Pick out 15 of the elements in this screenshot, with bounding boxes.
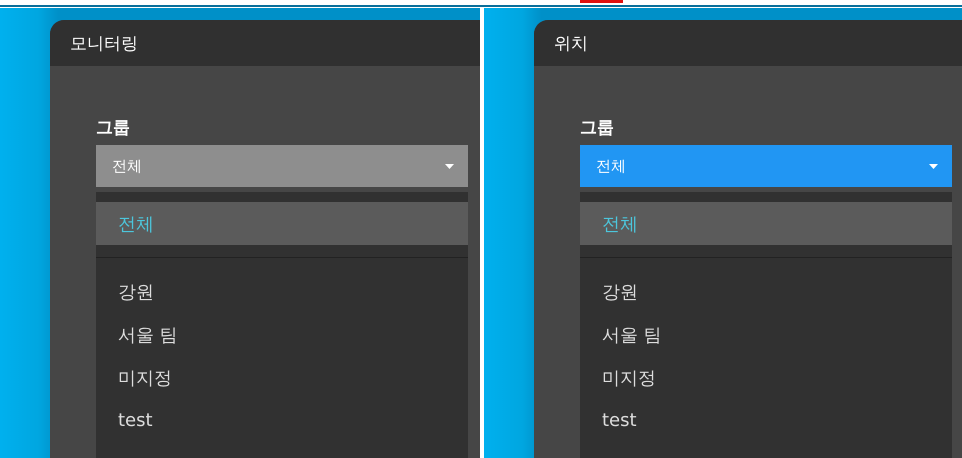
menu-option[interactable]: 미지정: [580, 356, 952, 399]
menu-option[interactable]: 서울 팀: [580, 313, 952, 356]
menu-option[interactable]: 미지정: [96, 356, 468, 399]
dialog-title: 모니터링: [50, 20, 480, 66]
caret-icon: [929, 164, 938, 168]
dialog-title: 위치: [534, 20, 962, 66]
highlight-mark: [580, 0, 623, 3]
menu-option[interactable]: 서울 팀: [96, 313, 468, 356]
caret-icon: [445, 164, 454, 168]
field-label: 그룹: [96, 117, 131, 139]
menu-option[interactable]: 강원: [580, 270, 952, 313]
field-label: 그룹: [580, 117, 615, 139]
menu-option[interactable]: test: [580, 399, 952, 442]
menu-option[interactable]: 강원: [96, 270, 468, 313]
menu-option[interactable]: test: [96, 399, 468, 442]
